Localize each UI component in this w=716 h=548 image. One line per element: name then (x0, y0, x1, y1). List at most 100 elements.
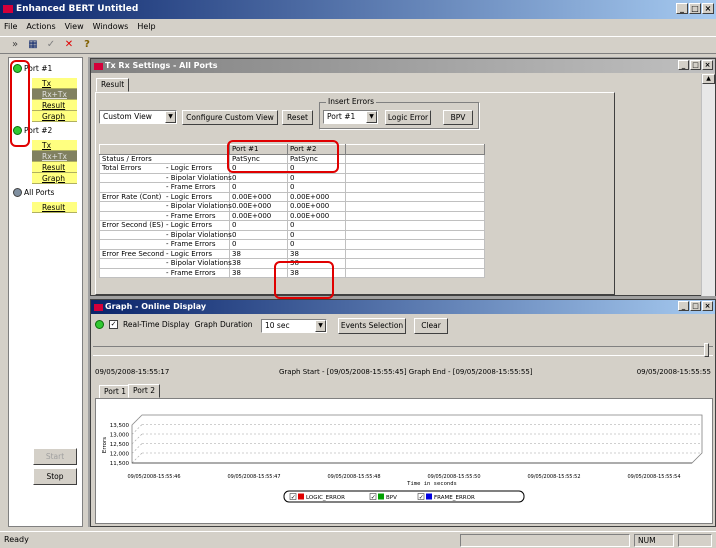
row-label: Error Free Second - Logic Errors (99, 248, 230, 259)
menu-actions[interactable]: Actions (26, 19, 55, 35)
txrx-vertical-scrollbar[interactable]: ▲ (701, 74, 715, 296)
table-row: - Bipolar Violations 0.00E+000 0.00E+000 (99, 201, 485, 212)
table-row: - Frame Errors 0 0 (99, 182, 485, 193)
legend-label: BPV (386, 495, 397, 501)
tab-port1[interactable]: Port 1 (99, 385, 132, 399)
app-titlebar: Enhanced BERT Untitled _ □ × (0, 0, 716, 19)
txrx-window: Tx Rx Settings - All Ports _ □ × Result … (90, 58, 716, 299)
cell-p1: 38 (229, 248, 288, 259)
port-tree-panel: Port #1 Tx Rx+Tx Result Graph Port #2 Tx… (8, 57, 83, 527)
bpv-button[interactable]: BPV (443, 110, 473, 125)
events-selection-button[interactable]: Events Selection (338, 318, 406, 334)
table-row: - Bipolar Violations 0 0 (99, 229, 485, 240)
status-idle-icon (13, 188, 22, 197)
table-row: - Bipolar Violations 0 0 (99, 172, 485, 183)
expand-icon[interactable]: » (8, 38, 22, 52)
window-icon (94, 304, 103, 311)
cell-p2: 0.00E+000 (287, 210, 346, 221)
help-icon[interactable]: ? (80, 38, 94, 52)
tree-port2-rxtx[interactable]: Rx+Tx (32, 151, 77, 162)
cell-p1: 0.00E+000 (229, 191, 288, 202)
tree-port1-result[interactable]: Result (32, 100, 77, 111)
row-sub-label: - Bipolar Violations (166, 202, 232, 210)
x-tick-label: 09/05/2008-15:55:47 (227, 474, 280, 480)
graph-maximize-button[interactable]: □ (690, 301, 701, 311)
cell-filler (345, 201, 485, 212)
y-tick-label: 12,500 (110, 442, 130, 448)
menu-view[interactable]: View (65, 19, 84, 35)
legend-swatch (298, 493, 304, 500)
txrx-minimize-button[interactable]: _ (678, 60, 689, 70)
cell-p1: 0 (229, 229, 288, 240)
row-label: - Bipolar Violations (99, 172, 232, 183)
highlight-port-indicators (10, 60, 30, 147)
grid-icon[interactable]: ▦ (26, 38, 40, 52)
cell-p1: 0.00E+000 (229, 201, 288, 212)
mdi-workspace: Tx Rx Settings - All Ports _ □ × Result … (88, 57, 716, 527)
menu-file[interactable]: File (4, 19, 17, 35)
tree-allports-result[interactable]: Result (32, 202, 77, 213)
start-button[interactable]: Start (33, 448, 77, 465)
configure-custom-view-button[interactable]: Configure Custom View (182, 110, 278, 125)
duration-select[interactable]: 10 sec ▼ (261, 319, 327, 333)
legend-swatch (426, 493, 432, 500)
duration-label: Graph Duration (194, 320, 253, 329)
menu-help[interactable]: Help (137, 19, 155, 35)
txrx-titlebar: Tx Rx Settings - All Ports _ □ × (91, 59, 715, 73)
cell-filler (345, 229, 485, 240)
menu-windows[interactable]: Windows (93, 19, 129, 35)
maximize-button[interactable]: □ (689, 3, 701, 14)
graph-minimize-button[interactable]: _ (678, 301, 689, 311)
tree-port1-tx[interactable]: Tx (32, 78, 77, 89)
graph-window: Graph - Online Display _ □ × ✓ Real-Time… (90, 299, 716, 527)
scroll-up-icon[interactable]: ▲ (702, 74, 715, 84)
txrx-controls: _ □ × (678, 60, 713, 70)
graph-titlebar: Graph - Online Display _ □ × (91, 300, 715, 314)
check-icon[interactable]: ✓ (44, 38, 58, 52)
tree-port2-tx[interactable]: Tx (32, 140, 77, 151)
cell-filler (345, 267, 485, 278)
clear-button[interactable]: Clear (414, 318, 448, 334)
row-sub-label: - Frame Errors (166, 211, 216, 220)
txrx-close-button[interactable]: × (702, 60, 713, 70)
realtime-checkbox[interactable]: ✓ (109, 320, 118, 329)
minimize-button[interactable]: _ (676, 3, 688, 14)
row-group-label: Status / Errors (102, 154, 152, 163)
cell-p2: 0 (287, 182, 346, 193)
cell-filler (345, 258, 485, 269)
cell-p1: 0 (229, 182, 288, 193)
tree-port1-rxtx[interactable]: Rx+Tx (32, 89, 77, 100)
txrx-maximize-button[interactable]: □ (690, 60, 701, 70)
graph-close-button[interactable]: × (702, 301, 713, 311)
logic-error-button[interactable]: Logic Error (385, 110, 431, 125)
stop-button[interactable]: Stop (33, 468, 77, 485)
error-graph: 13,500 13,000 12,500 12,000 11,500 Errors 09/0… (102, 414, 703, 503)
tree-allports[interactable]: All Ports (13, 188, 54, 197)
tree-port1-graph[interactable]: Graph (32, 111, 77, 122)
tree-port2-graph[interactable]: Graph (32, 173, 77, 184)
reset-button[interactable]: Reset (282, 110, 313, 125)
time-slider[interactable] (93, 343, 713, 357)
cell-p1: 0 (229, 239, 288, 250)
port-select[interactable]: Port #1 ▼ (323, 110, 378, 124)
plot-area (131, 414, 703, 464)
tab-port2[interactable]: Port 2 (128, 384, 161, 398)
close-button[interactable]: × (702, 3, 714, 14)
x-axis-label: Time in seconds (407, 481, 457, 487)
graph-options-row: ✓ Real-Time Display Graph Duration (95, 320, 253, 329)
cancel-icon[interactable]: ✕ (62, 38, 76, 52)
view-select[interactable]: Custom View ▼ (99, 110, 177, 124)
row-sub-label: - Logic Errors (166, 164, 212, 172)
port-select-value: Port #1 (327, 112, 356, 121)
table-row: Error Free Second - Logic Errors 38 38 (99, 248, 485, 259)
tree-port2-result[interactable]: Result (32, 162, 77, 173)
cell-p1: 0.00E+000 (229, 210, 288, 221)
realtime-label: Real-Time Display (123, 320, 190, 329)
chevron-down-icon: ▼ (315, 320, 326, 332)
x-tick-label: 09/05/2008-15:55:48 (327, 474, 380, 480)
graph-range-text: Graph Start - [09/05/2008-15:55:45] Grap… (279, 368, 533, 376)
cell-p2: 38 (287, 248, 346, 259)
menu-bar: File Actions View Windows Help (0, 19, 716, 35)
tab-result[interactable]: Result (96, 78, 130, 92)
slider-thumb[interactable] (704, 343, 709, 357)
